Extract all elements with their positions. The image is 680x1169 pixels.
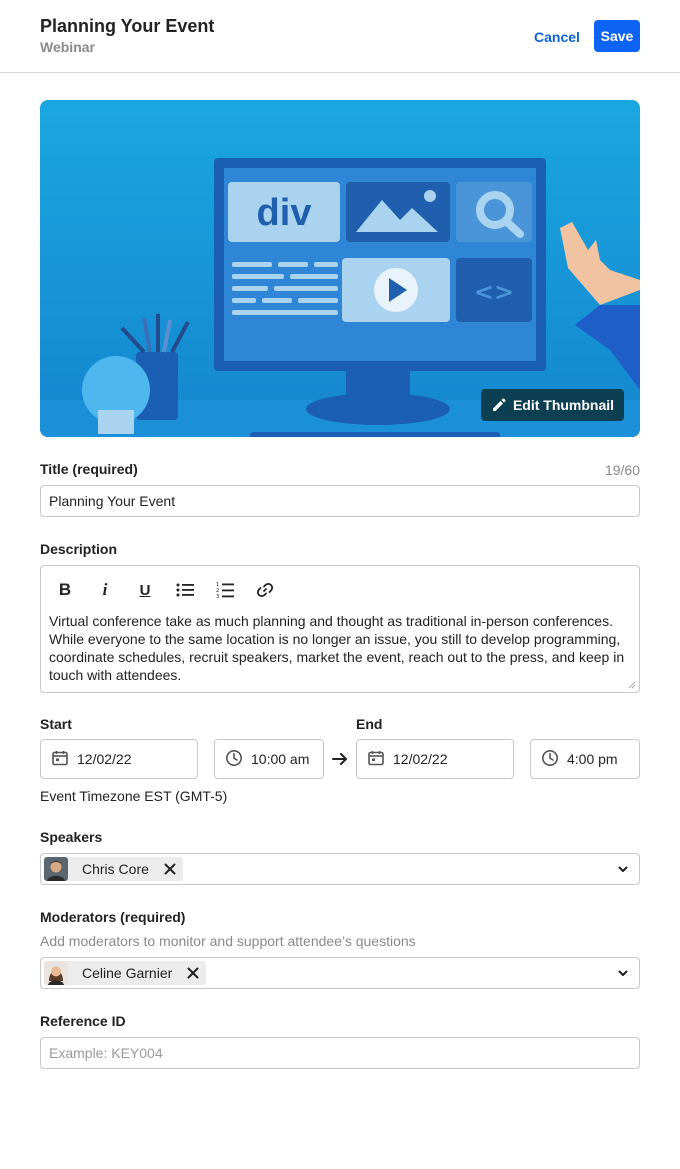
description-editor[interactable]: B i U 123 Virtual conference take as muc… [40,565,640,693]
italic-icon[interactable]: i [93,578,117,602]
start-date-value: 12/02/22 [77,751,132,767]
chevron-down-icon[interactable] [617,967,629,979]
underline-icon[interactable]: U [133,578,157,602]
title-label: Title (required) [40,461,138,477]
formatting-toolbar: B i U 123 [53,578,277,602]
calendar-icon [367,749,385,770]
chevron-down-icon[interactable] [617,863,629,875]
calendar-icon [51,749,69,770]
end-date-field[interactable]: 12/02/22 [356,739,514,779]
speaker-name: Chris Core [82,861,149,877]
event-thumbnail: div <> Edit Thumbnail [40,100,640,437]
svg-text:<>: <> [474,278,514,306]
numbered-list-icon[interactable]: 123 [213,578,237,602]
end-label: End [356,716,383,732]
clock-icon [225,749,243,770]
remove-moderator-icon[interactable] [186,966,200,980]
title-char-counter: 19/60 [604,462,640,478]
start-date-field[interactable]: 12/02/22 [40,739,198,779]
start-label: Start [40,716,72,732]
moderators-label: Moderators (required) [40,909,186,925]
title-input[interactable] [40,485,640,517]
moderators-select[interactable]: Celine Garnier [40,957,640,989]
moderators-helper-text: Add moderators to monitor and support at… [40,933,416,949]
description-label: Description [40,541,118,557]
end-time-value: 4:00 pm [567,751,618,767]
cancel-button[interactable]: Cancel [528,24,586,50]
svg-text:3: 3 [216,594,219,599]
speakers-select[interactable]: Chris Core [40,853,640,885]
edit-thumbnail-button[interactable]: Edit Thumbnail [481,389,624,421]
description-text[interactable]: Virtual conference take as much planning… [49,612,629,684]
page-title: Planning Your Event [40,16,215,36]
page-header: Planning Your Event Webinar Cancel Save [0,0,680,73]
event-timezone: Event Timezone EST (GMT-5) [40,788,228,804]
arrow-right-icon [332,753,347,765]
resize-handle-icon[interactable] [628,681,636,689]
start-time-field[interactable]: 10:00 am [214,739,324,779]
event-type-subtitle: Webinar [40,39,95,55]
remove-speaker-icon[interactable] [163,862,177,876]
end-time-field[interactable]: 4:00 pm [530,739,640,779]
clock-icon [541,749,559,770]
thumbnail-illustration: div <> [40,100,640,437]
reference-id-label: Reference ID [40,1013,126,1029]
speaker-chip: Chris Core [44,857,183,881]
moderator-chip: Celine Garnier [44,961,207,985]
edit-thumbnail-label: Edit Thumbnail [512,397,615,413]
div-tile-text: div [257,192,312,234]
link-icon[interactable] [253,578,277,602]
pencil-icon [491,397,507,413]
start-time-value: 10:00 am [251,751,310,767]
avatar [44,961,68,985]
bulleted-list-icon[interactable] [173,578,197,602]
speakers-label: Speakers [40,829,103,845]
moderator-name: Celine Garnier [82,965,173,981]
bold-icon[interactable]: B [53,578,77,602]
avatar [44,857,68,881]
reference-id-input[interactable] [40,1037,640,1069]
save-button[interactable]: Save [594,20,640,52]
end-date-value: 12/02/22 [393,751,448,767]
